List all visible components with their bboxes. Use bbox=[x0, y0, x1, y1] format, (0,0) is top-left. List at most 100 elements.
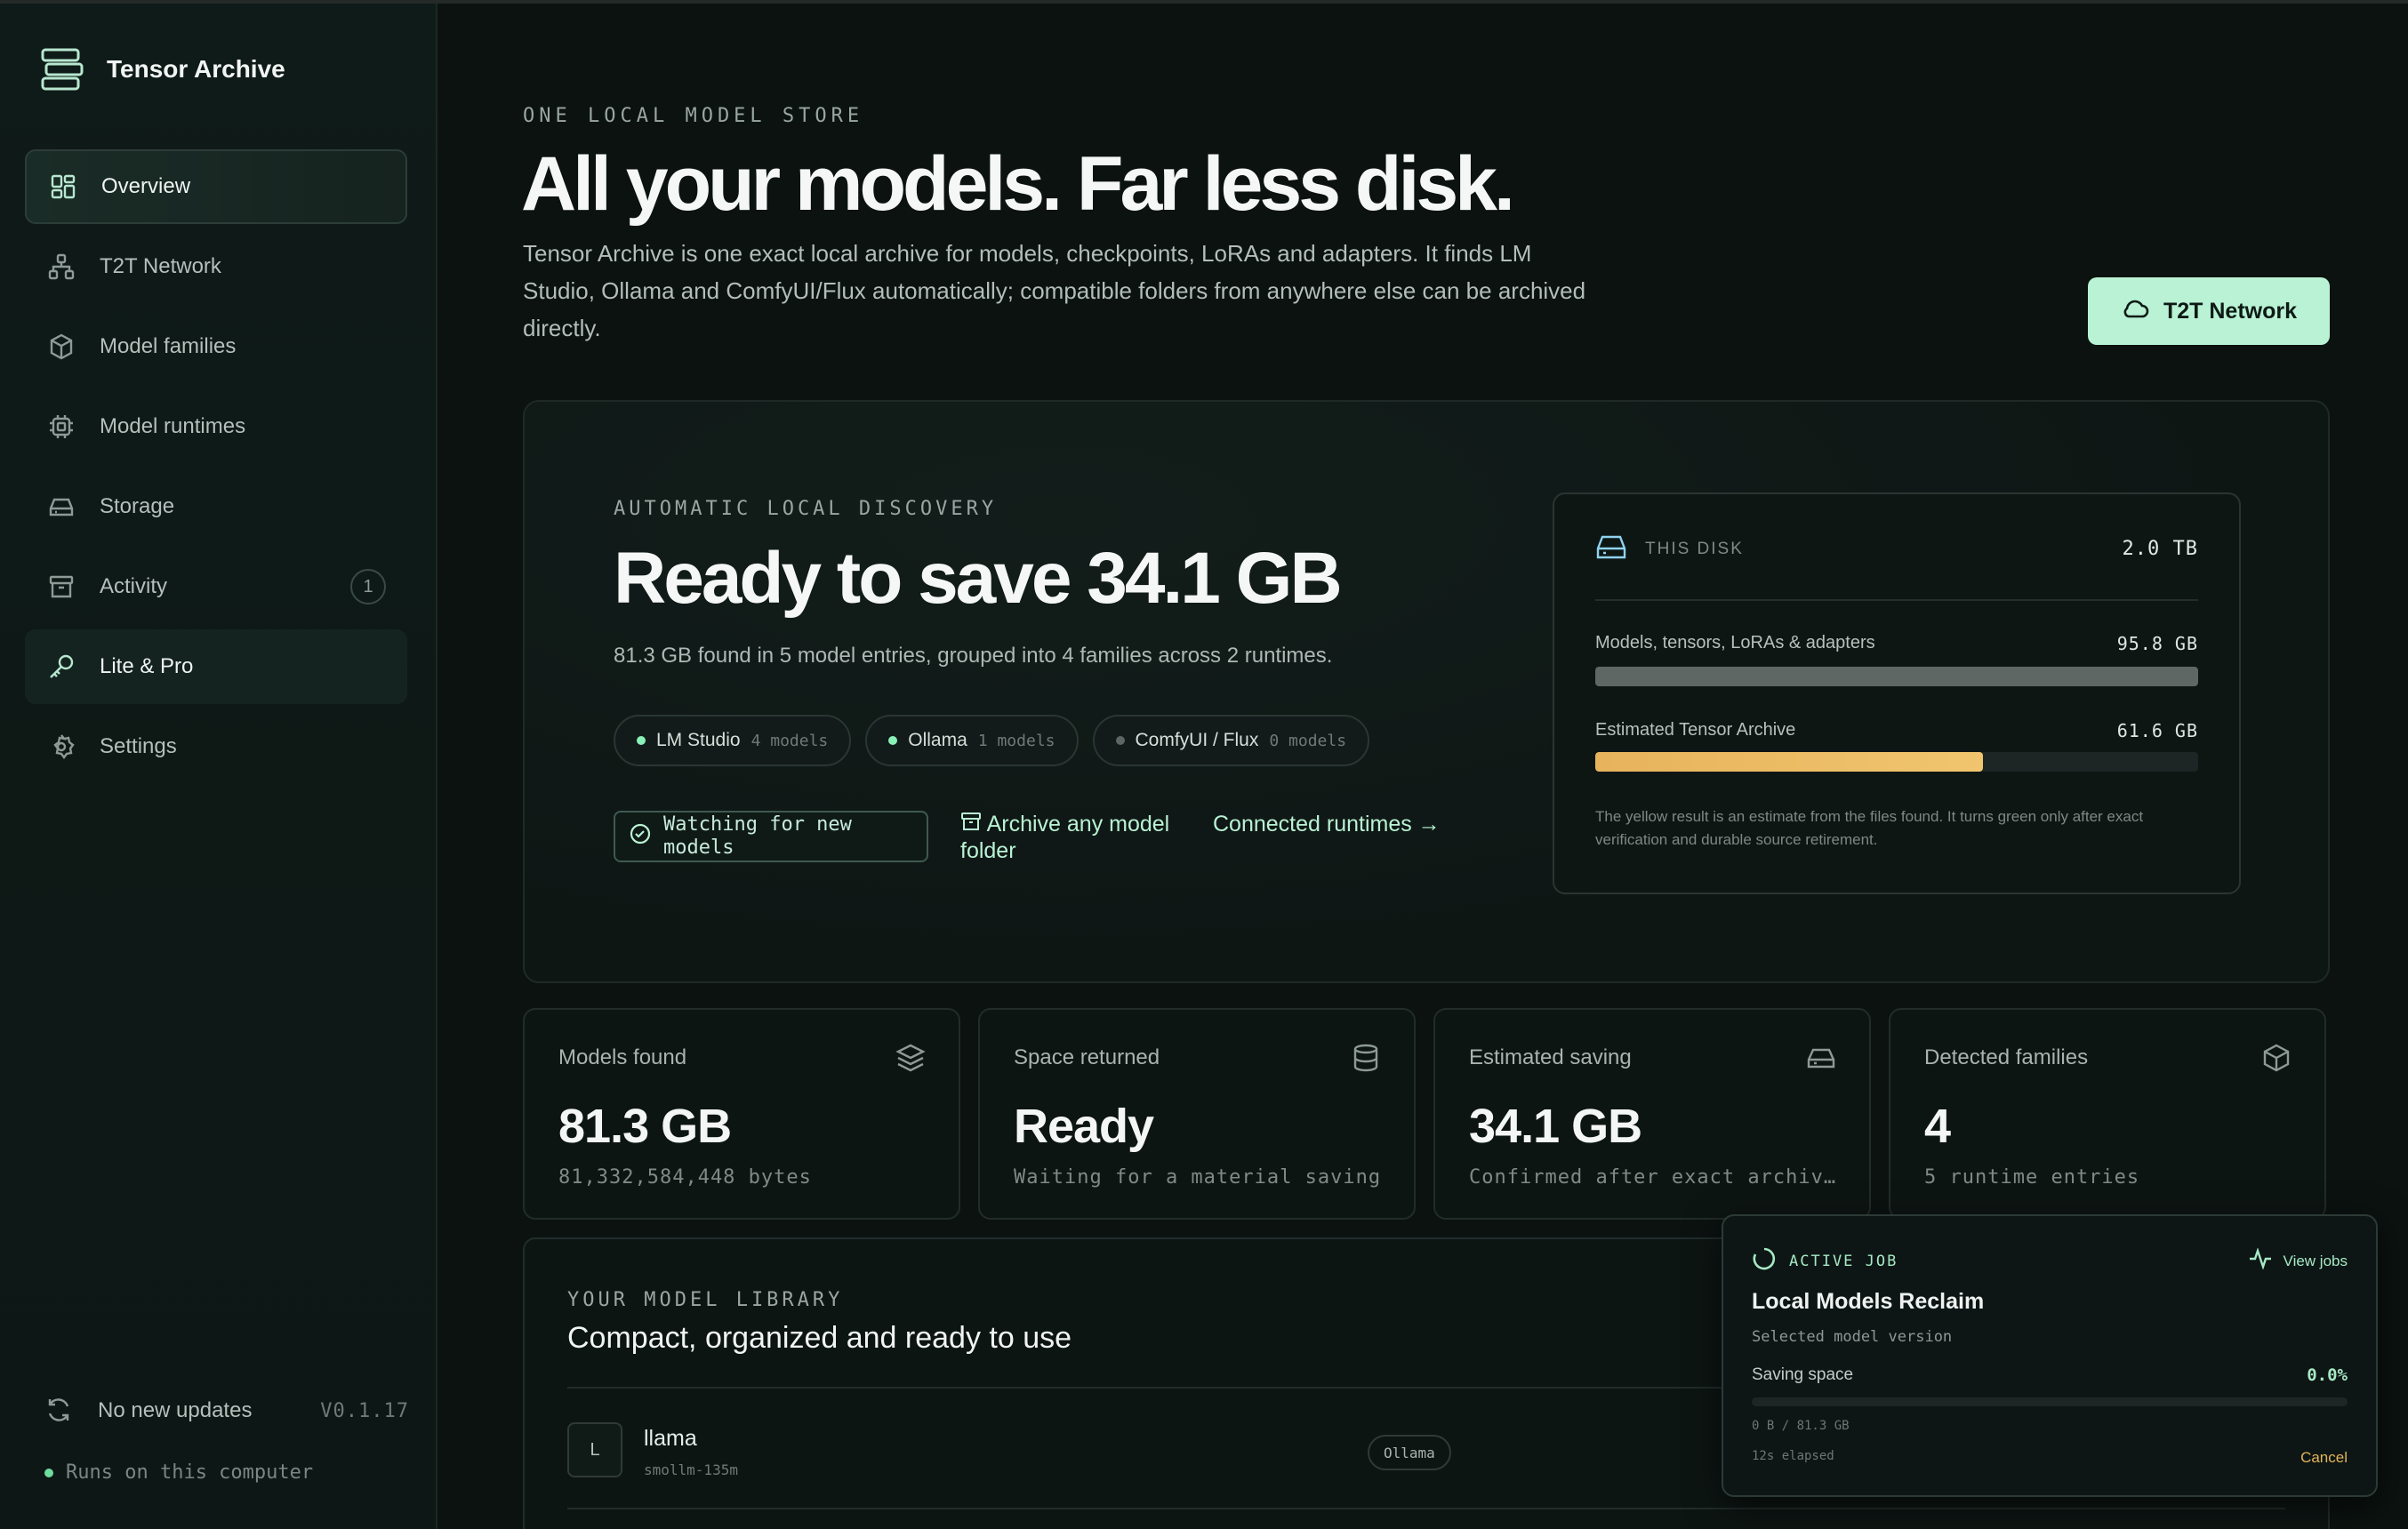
t2t-network-button-label: T2T Network bbox=[2163, 298, 2298, 324]
stat-label: Estimated saving bbox=[1469, 1045, 1632, 1069]
job-metric: Saving space bbox=[1752, 1365, 1854, 1384]
disk-bar-fill bbox=[1595, 752, 1983, 772]
page-title: All your models. Far less disk. bbox=[521, 141, 1515, 227]
version-label: V0.1.17 bbox=[320, 1399, 409, 1422]
sidebar-item-label: Settings bbox=[100, 734, 177, 758]
runtime-status-dot bbox=[1115, 736, 1125, 745]
stat-cards: Models found 81.3 GB 81,332,584,448 byte… bbox=[523, 1008, 2326, 1220]
model-variant: smollm-135m bbox=[644, 1461, 738, 1478]
disk-bar-estimate bbox=[1595, 752, 2198, 772]
check-circle-icon bbox=[630, 823, 651, 851]
sidebar-footer: No new updates V0.1.17 Runs on this comp… bbox=[44, 1396, 409, 1484]
disk-row-value: 61.6 GB bbox=[2116, 720, 2198, 741]
stat-value: 34.1 GB bbox=[1469, 1100, 1642, 1153]
stat-label: Space returned bbox=[1014, 1045, 1160, 1069]
local-runtime-status: Runs on this computer bbox=[44, 1461, 409, 1484]
runtime-chip-comfyui-flux[interactable]: ComfyUI / Flux 0 models bbox=[1092, 715, 1370, 766]
archive-any-folder-link[interactable]: Archive any model folder bbox=[960, 811, 1209, 864]
chip-icon bbox=[46, 412, 76, 442]
sidebar-item-model-families[interactable]: Model families bbox=[25, 309, 407, 384]
stat-card-estimated-saving: Estimated saving 34.1 GB Confirmed after… bbox=[1433, 1008, 1871, 1220]
disk-capacity: 2.0 TB bbox=[2122, 538, 2198, 560]
watching-label: Watching for new models bbox=[663, 813, 852, 859]
runtime-name: LM Studio bbox=[656, 730, 741, 750]
runtime-count: 0 models bbox=[1269, 731, 1347, 750]
sidebar-item-label: Activity bbox=[100, 574, 168, 598]
update-status[interactable]: No new updates V0.1.17 bbox=[44, 1396, 409, 1426]
sidebar-item-label: Model runtimes bbox=[100, 414, 246, 438]
job-percent: 0.0% bbox=[2307, 1365, 2348, 1385]
key-icon bbox=[46, 652, 76, 682]
job-subtitle: Selected model version bbox=[1752, 1328, 1953, 1346]
stat-card-detected-families: Detected families 4 5 runtime entries bbox=[1889, 1008, 2326, 1220]
t2t-network-button[interactable]: T2T Network bbox=[2088, 277, 2330, 345]
job-elapsed: 12s elapsed bbox=[1752, 1449, 1834, 1463]
runtime-badge: Ollama bbox=[1368, 1435, 1451, 1470]
connected-runtimes-link[interactable]: Connected runtimes → bbox=[1213, 811, 1444, 837]
runtime-status-dot bbox=[888, 736, 898, 745]
runtime-name: ComfyUI / Flux bbox=[1135, 730, 1259, 750]
discovery-panel: AUTOMATIC LOCAL DISCOVERY Ready to save … bbox=[523, 400, 2330, 983]
job-label: ACTIVE JOB bbox=[1789, 1252, 1898, 1270]
disk-row-label: Estimated Tensor Archive bbox=[1595, 720, 1796, 740]
sidebar-item-storage[interactable]: Storage bbox=[25, 469, 407, 544]
disk-row-value: 95.8 GB bbox=[2116, 633, 2198, 654]
model-name: llama bbox=[644, 1426, 697, 1451]
divider bbox=[567, 1508, 2285, 1509]
job-header: ACTIVE JOB View jobs bbox=[1752, 1246, 2348, 1276]
app-name: Tensor Archive bbox=[107, 55, 285, 83]
disk-usage-card: THIS DISK 2.0 TB Models, tensors, LoRAs … bbox=[1553, 492, 2241, 894]
stat-label: Models found bbox=[558, 1045, 687, 1069]
runtime-chips: LM Studio 4 models Ollama 1 models Comfy… bbox=[614, 715, 1370, 766]
sidebar-item-label: Overview bbox=[101, 174, 191, 198]
drive-icon bbox=[1595, 533, 1627, 564]
sidebar-item-lite-pro[interactable]: Lite & Pro bbox=[25, 629, 407, 704]
sidebar-item-overview[interactable]: Overview bbox=[25, 149, 407, 224]
sidebar-item-label: Lite & Pro bbox=[100, 654, 194, 678]
watching-toggle[interactable]: Watching for new models bbox=[614, 811, 928, 862]
sidebar-item-label: T2T Network bbox=[100, 254, 221, 278]
stat-card-models-found: Models found 81.3 GB 81,332,584,448 byte… bbox=[523, 1008, 960, 1220]
library-title: Compact, organized and ready to use bbox=[567, 1321, 1072, 1355]
cancel-job-button[interactable]: Cancel bbox=[2300, 1449, 2348, 1467]
divider bbox=[1595, 599, 2198, 601]
disk-bar-models bbox=[1595, 667, 2198, 686]
disk-row-models: Models, tensors, LoRAs & adapters 95.8 G… bbox=[1595, 633, 2198, 654]
disk-label: THIS DISK bbox=[1645, 539, 1744, 558]
view-jobs-link[interactable]: View jobs bbox=[2248, 1247, 2348, 1274]
stat-card-space-returned: Space returned Ready Waiting for a mater… bbox=[978, 1008, 1416, 1220]
runtime-chip-lm-studio[interactable]: LM Studio 4 models bbox=[614, 715, 852, 766]
sidebar-item-label: Model families bbox=[100, 334, 237, 358]
stat-subtext: 5 runtime entries bbox=[1924, 1166, 2140, 1189]
runtime-count: 4 models bbox=[750, 731, 829, 750]
sidebar-item-settings[interactable]: Settings bbox=[25, 709, 407, 784]
brand[interactable]: Tensor Archive bbox=[39, 46, 285, 92]
job-bytes: 0 B / 81.3 GB bbox=[1752, 1419, 1850, 1433]
disk-header: THIS DISK 2.0 TB bbox=[1595, 533, 2198, 564]
discovery-actions: Watching for new models Archive any mode… bbox=[614, 811, 1444, 864]
runtime-chip-ollama[interactable]: Ollama 1 models bbox=[865, 715, 1079, 766]
sidebar-item-activity[interactable]: Activity 1 bbox=[25, 549, 407, 624]
job-footer: 12s elapsed Cancel bbox=[1752, 1449, 2348, 1467]
runtime-name: Ollama bbox=[908, 730, 967, 750]
discovery-eyebrow: AUTOMATIC LOCAL DISCOVERY bbox=[614, 498, 998, 520]
sidebar-item-t2t-network[interactable]: T2T Network bbox=[25, 229, 407, 304]
stat-subtext: 81,332,584,448 bytes bbox=[558, 1166, 812, 1189]
activity-pulse-icon bbox=[2248, 1247, 2273, 1274]
network-icon bbox=[46, 252, 76, 282]
stat-subtext: Waiting for a material saving bbox=[1014, 1166, 1382, 1189]
cube-icon bbox=[46, 332, 76, 362]
job-title: Local Models Reclaim bbox=[1752, 1289, 1985, 1314]
hero-eyebrow: ONE LOCAL MODEL STORE bbox=[523, 105, 864, 127]
active-job-card: ACTIVE JOB View jobs Local Models Reclai… bbox=[1722, 1214, 2378, 1497]
view-jobs-label: View jobs bbox=[2283, 1252, 2348, 1269]
connected-runtimes-label: Connected runtimes → bbox=[1213, 812, 1441, 837]
drive-icon bbox=[1805, 1042, 1837, 1074]
update-status-label: No new updates bbox=[98, 1398, 253, 1422]
grid-icon bbox=[48, 172, 78, 202]
stat-value: 4 bbox=[1924, 1100, 1951, 1153]
stat-subtext: Confirmed after exact archive… bbox=[1469, 1166, 1846, 1189]
stat-value: 81.3 GB bbox=[558, 1100, 732, 1153]
sidebar-item-model-runtimes[interactable]: Model runtimes bbox=[25, 389, 407, 464]
archive-stack-icon bbox=[39, 46, 85, 92]
